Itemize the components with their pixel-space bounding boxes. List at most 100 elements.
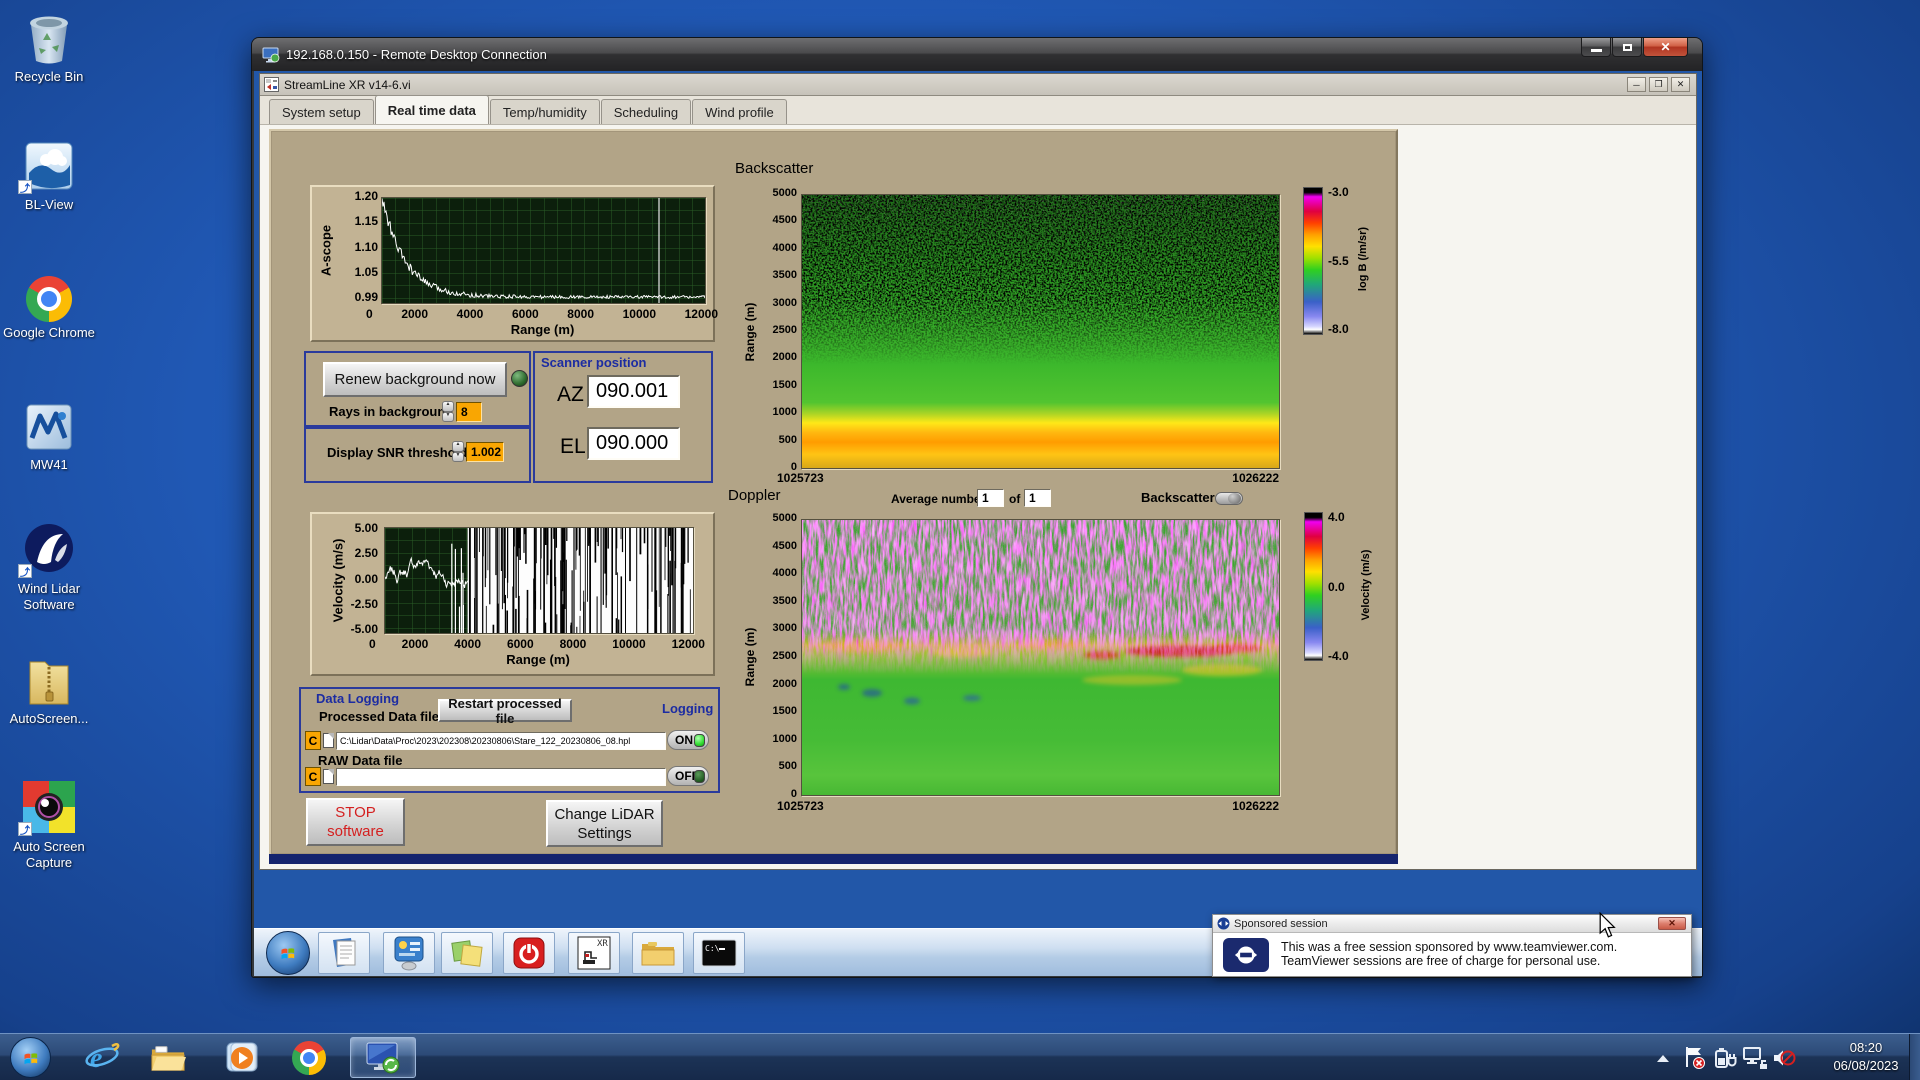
rays-spinner[interactable]: ▲ ▼ xyxy=(442,401,454,422)
raw-drive-button[interactable]: C xyxy=(305,767,321,786)
teamviewer-popup-titlebar[interactable]: Sponsored session ✕ xyxy=(1213,915,1691,933)
processed-path-field[interactable]: C:\Lidar\Data\Proc\2023\202308\20230806\… xyxy=(336,732,666,750)
change-line2: Settings xyxy=(577,824,632,842)
mw41-icon xyxy=(2,396,96,454)
backscatter-colorbar-label: log B (/m/sr) xyxy=(1357,226,1369,292)
tray-volume-muted-icon[interactable] xyxy=(1772,1046,1796,1070)
tick-label: 1.05 xyxy=(354,264,378,279)
processed-drive-button[interactable]: C xyxy=(305,731,321,750)
rdp-maximize-button[interactable] xyxy=(1612,38,1642,57)
remote-task-command-prompt[interactable]: C:\ xyxy=(693,932,745,974)
average-number-field[interactable]: 1 xyxy=(977,489,1004,507)
raw-browse-icon[interactable] xyxy=(323,769,334,784)
desktop-icon-label: Wind Lidar Software xyxy=(17,581,81,612)
rays-value-field[interactable]: 8 xyxy=(456,402,482,422)
tick-label: 5.00 xyxy=(354,521,378,535)
tick-label: 3000 xyxy=(772,622,797,635)
desktop-icon-autoscreen-zip[interactable]: AutoScreen... xyxy=(2,650,96,727)
app-minimize-button[interactable]: ─ xyxy=(1627,77,1646,92)
tab-wind-profile[interactable]: Wind profile xyxy=(692,99,787,124)
az-label: AZ xyxy=(557,383,584,406)
taskbar-media-player[interactable] xyxy=(224,1041,260,1075)
rdp-close-button[interactable]: ✕ xyxy=(1643,38,1688,57)
velocity-xlabel: Range (m) xyxy=(506,652,570,667)
desktop-icon-recycle-bin[interactable]: Recycle Bin xyxy=(2,8,96,85)
backscatter-colorbar-ticks: -3.0 -5.5 -8.0 xyxy=(1328,185,1349,336)
taskbar-chrome[interactable] xyxy=(291,1041,327,1075)
desktop-icon-bl-view[interactable]: ⤴ BL-View xyxy=(2,136,96,213)
average-of-field[interactable]: 1 xyxy=(1024,489,1051,507)
tab-scheduling[interactable]: Scheduling xyxy=(600,99,692,124)
ascope-plot[interactable] xyxy=(381,197,706,304)
teamviewer-icon xyxy=(1217,917,1230,930)
rdp-titlebar[interactable]: 192.168.0.150 - Remote Desktop Connectio… xyxy=(252,38,1702,71)
tray-network-icon[interactable] xyxy=(1742,1046,1768,1070)
raw-path-field[interactable] xyxy=(336,768,666,786)
desktop-icon-mw41[interactable]: MW41 xyxy=(2,396,96,473)
desktop-icon-auto-screen-capture[interactable]: ⤴ Auto Screen Capture xyxy=(2,778,96,871)
taskbar-remote-desktop-active[interactable] xyxy=(350,1037,416,1078)
app-close-button[interactable]: ✕ xyxy=(1671,77,1690,92)
tick-label: 4000 xyxy=(772,567,797,580)
tab-system-setup[interactable]: System setup xyxy=(269,99,374,124)
desktop-icon-label: BL-View xyxy=(24,197,74,212)
tab-real-time-data[interactable]: Real time data xyxy=(374,95,489,124)
processed-browse-icon[interactable] xyxy=(323,733,334,748)
backscatter-toggle-switch[interactable] xyxy=(1215,492,1243,505)
rdp-minimize-button[interactable] xyxy=(1581,38,1611,57)
taskbar-clock[interactable]: 08:20 06/08/2023 xyxy=(1826,1039,1906,1075)
tick-label: 5000 xyxy=(772,187,797,199)
doppler-heatmap[interactable] xyxy=(801,519,1280,796)
raw-file-label: RAW Data file xyxy=(318,753,403,768)
raw-logging-toggle[interactable]: OFF xyxy=(667,766,709,786)
app-restore-button[interactable]: ❐ xyxy=(1649,77,1668,92)
remote-task-streamline-xr[interactable]: XR xyxy=(568,932,620,974)
start-button[interactable] xyxy=(10,1037,51,1078)
tray-show-hidden-icon[interactable] xyxy=(1656,1054,1670,1063)
remote-task-power-stop[interactable] xyxy=(503,932,555,974)
app-titlebar[interactable]: StreamLine XR v14-6.vi ─ ❐ ✕ xyxy=(260,74,1696,96)
backscatter-heatmap[interactable] xyxy=(801,194,1280,469)
change-lidar-settings-button[interactable]: Change LiDAR Settings xyxy=(546,800,663,847)
snr-spinner[interactable]: ▲ ▼ xyxy=(452,441,464,462)
tick-label: 4000 xyxy=(772,241,797,254)
remote-task-display-settings[interactable] xyxy=(383,932,435,974)
backscatter-xend: 1026222 xyxy=(1232,471,1279,485)
renew-background-button[interactable]: Renew background now xyxy=(323,362,507,397)
tick-label: 1000 xyxy=(772,406,797,419)
tick-label: 1500 xyxy=(772,378,797,391)
desktop-icon-google-chrome[interactable]: Google Chrome xyxy=(2,264,96,341)
velocity-plot[interactable] xyxy=(384,527,694,634)
command-prompt-icon: C:\ xyxy=(701,939,737,967)
el-value-field[interactable]: 090.000 xyxy=(587,427,680,460)
bl-view-icon: ⤴ xyxy=(2,136,96,195)
teamviewer-line1: This was a free session sponsored by www… xyxy=(1281,940,1618,954)
teamviewer-close-button[interactable]: ✕ xyxy=(1658,917,1686,930)
backscatter-xstart: 1025723 xyxy=(777,471,824,485)
remote-task-notepad[interactable] xyxy=(318,932,370,974)
processed-logging-toggle[interactable]: ON xyxy=(667,730,709,750)
tray-action-center-icon[interactable] xyxy=(1684,1046,1706,1070)
shortcut-arrow-icon: ⤴ xyxy=(18,822,32,837)
tick-label: 2.50 xyxy=(354,546,378,561)
average-number-label: Average number xyxy=(891,492,986,506)
az-value-field[interactable]: 090.001 xyxy=(587,375,680,408)
show-desktop-button[interactable] xyxy=(1909,1034,1920,1080)
taskbar-file-explorer[interactable] xyxy=(150,1041,186,1075)
remote-task-sticky-notes[interactable] xyxy=(441,932,493,974)
backscatter-title: Backscatter xyxy=(735,160,814,177)
remote-task-folder[interactable] xyxy=(632,932,684,974)
main-panel: A-scope 1.20 1.15 1.10 1.05 0.99 0 2000 … xyxy=(269,129,1398,854)
restart-processed-file-button[interactable]: Restart processed file xyxy=(438,696,572,726)
tray-power-icon[interactable] xyxy=(1714,1046,1738,1070)
velocity-chart-frame: Velocity (m/s) 5.00 2.50 0.00 -2.50 -5.00 xyxy=(310,512,715,676)
desktop-icon-wind-lidar[interactable]: ⤴ Wind Lidar Software xyxy=(2,520,96,613)
tick-label: 2000 xyxy=(401,307,429,321)
taskbar-internet-explorer[interactable]: e xyxy=(84,1041,120,1075)
stop-software-button[interactable]: STOP software xyxy=(306,798,405,846)
tick-label: 1000 xyxy=(772,732,797,745)
tab-temp-humidity[interactable]: Temp/humidity xyxy=(489,99,600,124)
snr-value-field[interactable]: 1.002 xyxy=(466,442,504,462)
remote-start-button[interactable] xyxy=(266,931,310,975)
tick-label: 0.0 xyxy=(1328,579,1345,594)
